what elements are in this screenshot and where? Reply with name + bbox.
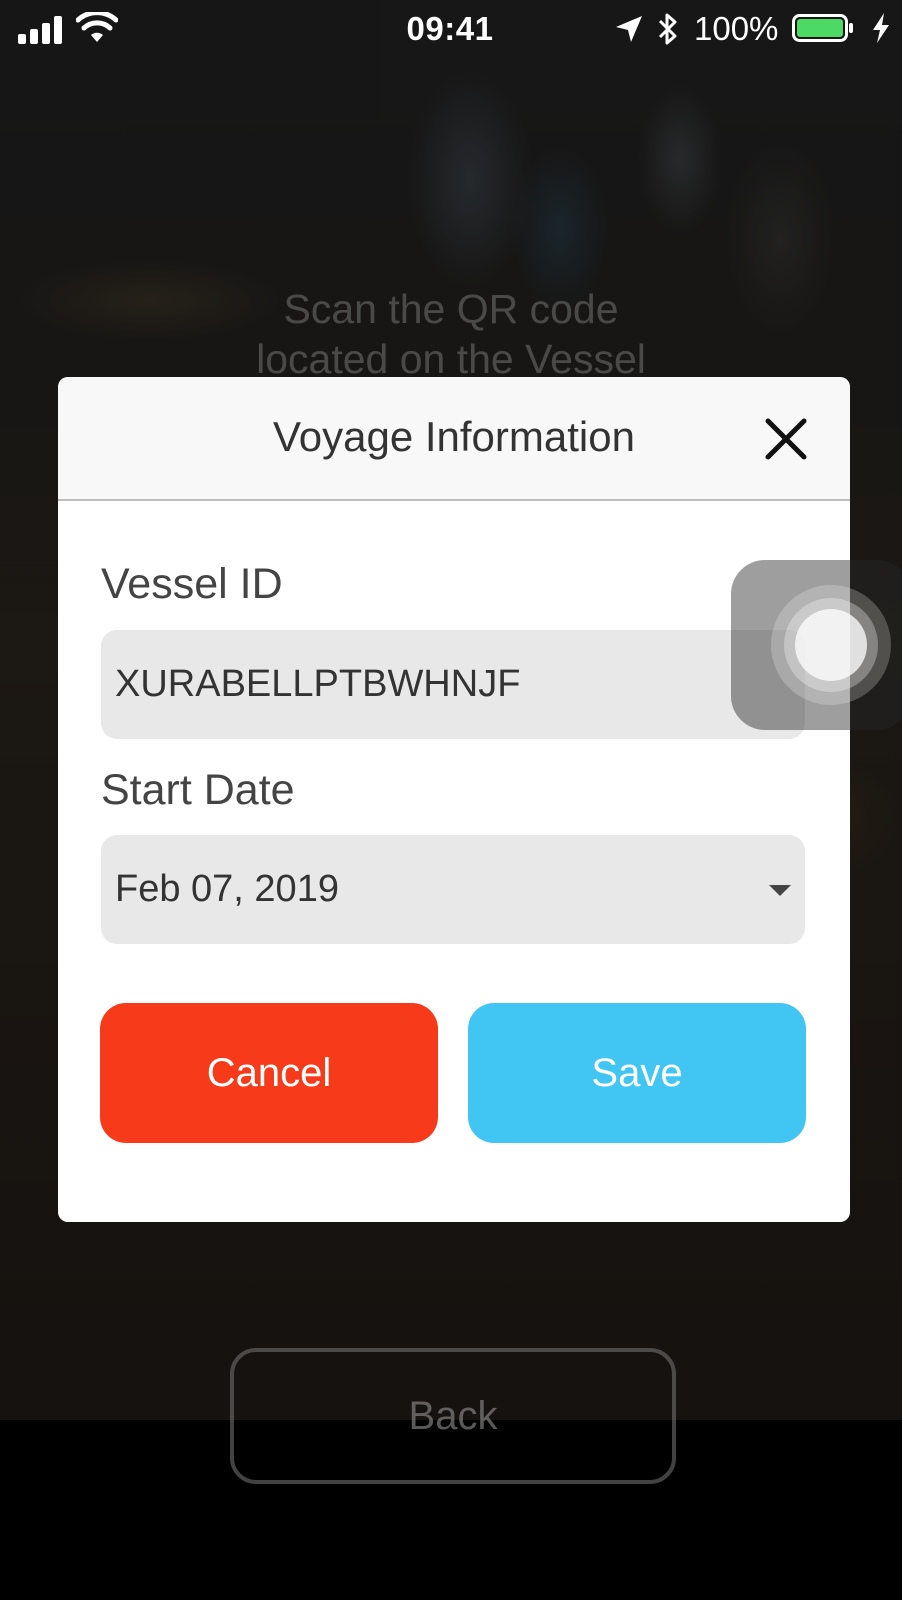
scan-instruction-line1: Scan the QR code — [283, 286, 619, 332]
assistive-touch-button[interactable] — [731, 560, 902, 730]
modal-title: Voyage Information — [273, 413, 635, 460]
close-icon[interactable] — [760, 413, 812, 465]
start-date-select[interactable]: Feb 07, 2019 — [101, 835, 805, 944]
battery-icon — [792, 14, 853, 42]
screen: 09:41 100% Scan the QR code located on t… — [0, 0, 902, 1600]
start-date-label: Start Date — [101, 766, 295, 814]
charging-bolt-icon — [873, 13, 889, 43]
chevron-down-icon — [769, 885, 791, 896]
start-date-value: Feb 07, 2019 — [115, 868, 339, 910]
status-bar: 09:41 100% — [0, 0, 902, 58]
modal-header: Voyage Information — [58, 377, 850, 501]
assistive-touch-ring-inner — [795, 609, 867, 681]
bluetooth-icon — [658, 13, 677, 45]
voyage-information-modal: Voyage Information Vessel ID XURABELLPTB… — [58, 377, 850, 1222]
cancel-button[interactable]: Cancel — [100, 1003, 438, 1143]
save-button[interactable]: Save — [468, 1003, 806, 1143]
vessel-id-field[interactable]: XURABELLPTBWHNJF — [101, 630, 805, 739]
scan-instruction: Scan the QR code located on the Vessel — [190, 284, 712, 384]
wifi-icon — [76, 12, 118, 42]
back-button[interactable]: Back — [230, 1348, 676, 1484]
vessel-id-label: Vessel ID — [101, 560, 283, 608]
status-time: 09:41 — [406, 10, 494, 47]
vessel-id-value: XURABELLPTBWHNJF — [115, 663, 521, 705]
battery-percent: 100% — [694, 10, 779, 47]
signal-icon — [18, 16, 68, 44]
location-arrow-icon — [616, 16, 642, 42]
